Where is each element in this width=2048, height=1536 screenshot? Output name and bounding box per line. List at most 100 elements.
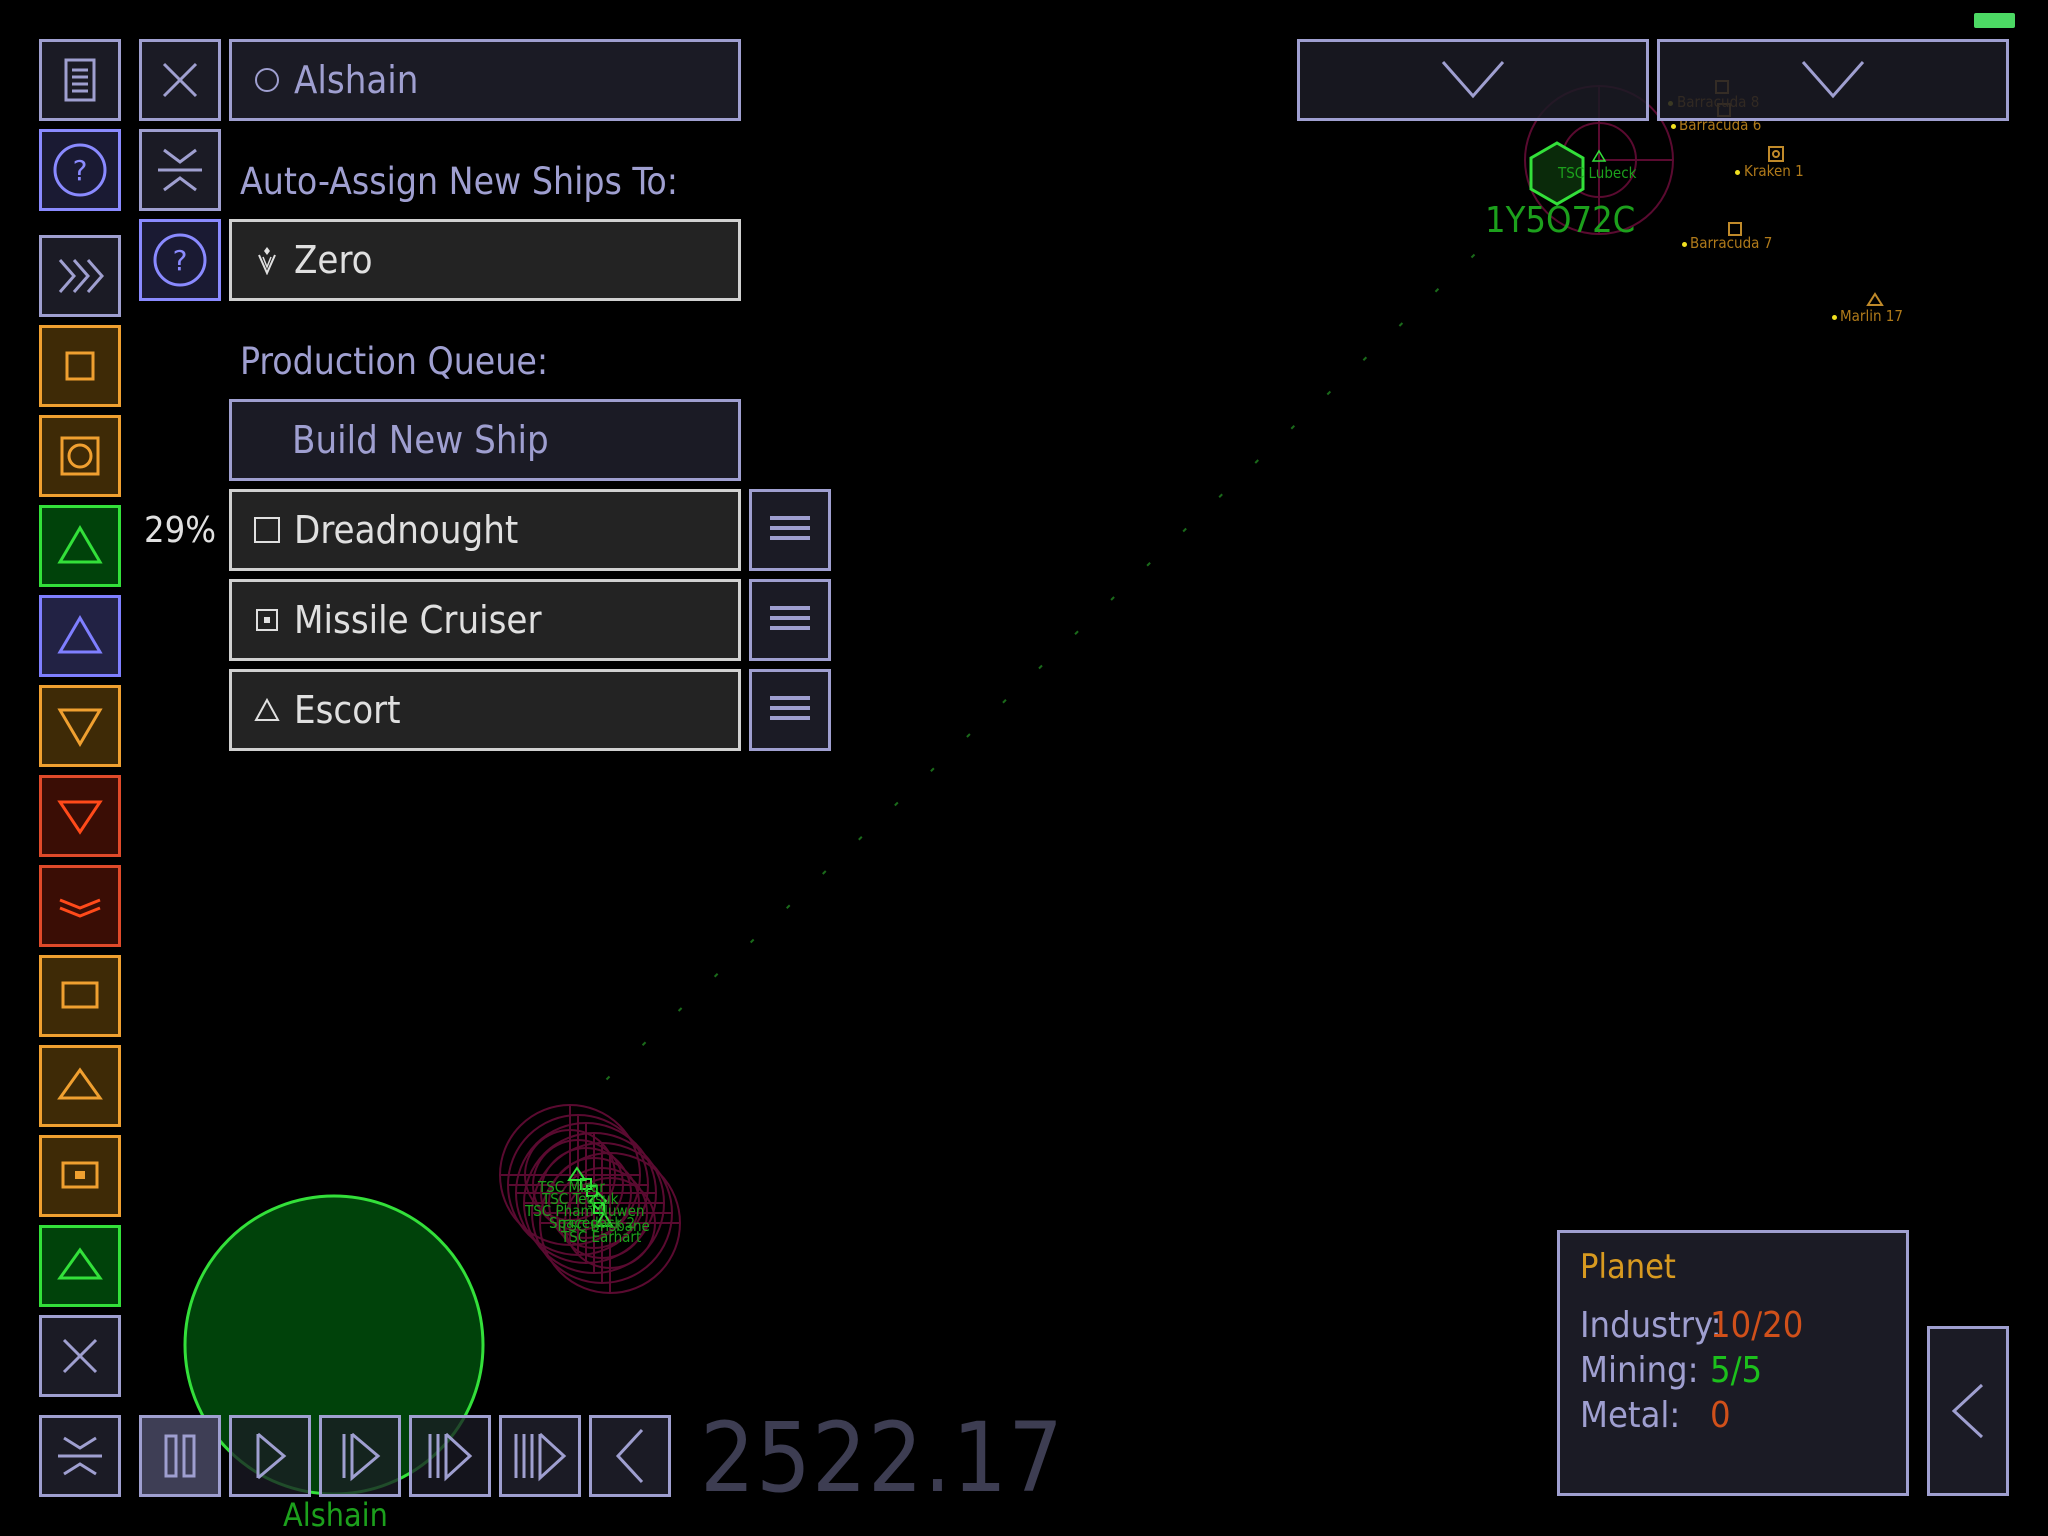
trajectory-dash [930, 767, 935, 772]
triangle-up-icon [57, 615, 103, 654]
build-new-ship-label: Build New Ship [292, 418, 549, 462]
queue-item[interactable]: Missile Cruiser [229, 579, 741, 661]
queue-item-menu-button[interactable] [749, 669, 831, 751]
trajectory-dash [1002, 699, 1007, 704]
build-new-ship-button[interactable]: Build New Ship [229, 399, 741, 481]
trajectory-dash [1146, 562, 1151, 567]
fleet-button[interactable] [39, 415, 121, 497]
trajectory-dash [605, 1075, 611, 1081]
enemy-dot [1832, 315, 1837, 320]
queue-item-menu-button[interactable] [749, 489, 831, 571]
fleet-button[interactable] [39, 865, 121, 947]
close-panel-button[interactable] [139, 39, 221, 121]
target-fleet-label[interactable]: TSC Lubeck [1558, 164, 1636, 182]
planet-name: Alshain [294, 58, 419, 102]
play-fast-button[interactable] [319, 1415, 401, 1497]
square-circle-icon [60, 436, 100, 476]
trajectory-dash [1038, 664, 1043, 670]
fleet-button[interactable] [39, 595, 121, 677]
collapse-icon [58, 1436, 102, 1476]
trajectory-dash [1254, 459, 1259, 464]
enemy-label[interactable]: Barracuda 7 [1690, 234, 1772, 252]
fleet-button[interactable] [39, 955, 121, 1037]
home-planet-label: Alshain [283, 1496, 388, 1534]
play-fastest-button[interactable] [499, 1415, 581, 1497]
dropdown-button-right[interactable] [1657, 39, 2009, 121]
fleet-button[interactable] [39, 1225, 121, 1307]
enemy-dot [1682, 242, 1687, 247]
trajectory-dash [1110, 596, 1115, 601]
log-button[interactable] [39, 39, 121, 121]
fleet-button[interactable] [39, 775, 121, 857]
back-button[interactable] [589, 1415, 671, 1497]
enemy-dot [1671, 124, 1676, 129]
enemy-label[interactable]: Marlin 17 [1840, 307, 1903, 325]
triangle-down-icon [57, 708, 103, 747]
trajectory-dash [786, 904, 791, 909]
fleet-button[interactable] [39, 325, 121, 407]
info-panel-title: Planet [1580, 1247, 1676, 1287]
square-dot-icon [61, 1161, 99, 1189]
info-row-value: 0 [1710, 1395, 1731, 1436]
svg-text:?: ? [173, 244, 188, 277]
queue-item-label: Missile Cruiser [294, 598, 542, 642]
play-button[interactable] [229, 1415, 311, 1497]
triangle-up-icon [57, 525, 103, 564]
triple-chevron-right-icon [58, 259, 104, 293]
info-row-label: Mining: [1580, 1350, 1699, 1391]
help-icon: ? [53, 143, 107, 197]
trajectory-line [605, 253, 1476, 1081]
info-panel: Planet Industry: 10/20 Mining: 5/5 Metal… [1557, 1230, 1909, 1496]
trajectory-dash [1218, 493, 1223, 498]
pause-button[interactable] [139, 1415, 221, 1497]
auto-assign-select[interactable]: Zero [229, 219, 741, 301]
pause-icon [164, 1434, 196, 1478]
dropdown-button-left[interactable] [1297, 39, 1649, 121]
play-fastest-icon [514, 1432, 567, 1482]
fast-forward-button[interactable] [39, 235, 121, 317]
collapse-button[interactable] [39, 1415, 121, 1497]
auto-assign-value: Zero [294, 238, 373, 282]
square-icon [65, 351, 95, 381]
play-fast-icon [342, 1432, 381, 1482]
target-planet-label: 1Y5O72C [1485, 200, 1636, 241]
enemy-label[interactable]: Kraken 1 [1744, 162, 1804, 180]
triangle-up-icon [57, 1067, 103, 1100]
queue-item[interactable]: Escort [229, 669, 741, 751]
trajectory-dash [641, 1041, 647, 1046]
collapse-icon [158, 148, 202, 192]
planet-name-field[interactable]: Alshain [229, 39, 741, 121]
trajectory-dash [1398, 322, 1404, 327]
fleet-button[interactable] [39, 1045, 121, 1127]
play-icon [256, 1432, 287, 1480]
play-faster-button[interactable] [409, 1415, 491, 1497]
help-button[interactable]: ? [39, 129, 121, 211]
chevron-left-icon [615, 1428, 644, 1484]
svg-text:?: ? [73, 154, 88, 187]
production-progress: 29% [144, 510, 216, 551]
close-icon [162, 62, 198, 98]
panel-help-button[interactable]: ? [139, 219, 221, 301]
triangle-up-icon [254, 697, 280, 721]
queue-item-menu-button[interactable] [749, 579, 831, 661]
close-button[interactable] [39, 1315, 121, 1397]
close-icon [62, 1338, 98, 1374]
game-time: 2522.17 [700, 1402, 1065, 1514]
production-queue-label: Production Queue: [240, 340, 549, 383]
square-icon [254, 517, 280, 543]
info-row-value: 5/5 [1710, 1350, 1763, 1391]
fleet-label[interactable]: TSC Earhart [561, 1228, 641, 1246]
collapse-panel-button[interactable] [139, 129, 221, 211]
info-row-label: Metal: [1580, 1395, 1681, 1436]
hamburger-icon [770, 516, 810, 540]
fleet-button[interactable] [39, 505, 121, 587]
trajectory-dash [1362, 356, 1368, 361]
info-panel-back-button[interactable] [1927, 1326, 2009, 1496]
fleet-button[interactable] [39, 685, 121, 767]
square-icon [61, 981, 99, 1009]
trajectory-dash [858, 836, 863, 841]
trajectory-dash [822, 870, 827, 875]
fleet-button[interactable] [39, 1135, 121, 1217]
queue-item[interactable]: Dreadnought [229, 489, 741, 571]
hamburger-icon [770, 606, 810, 630]
